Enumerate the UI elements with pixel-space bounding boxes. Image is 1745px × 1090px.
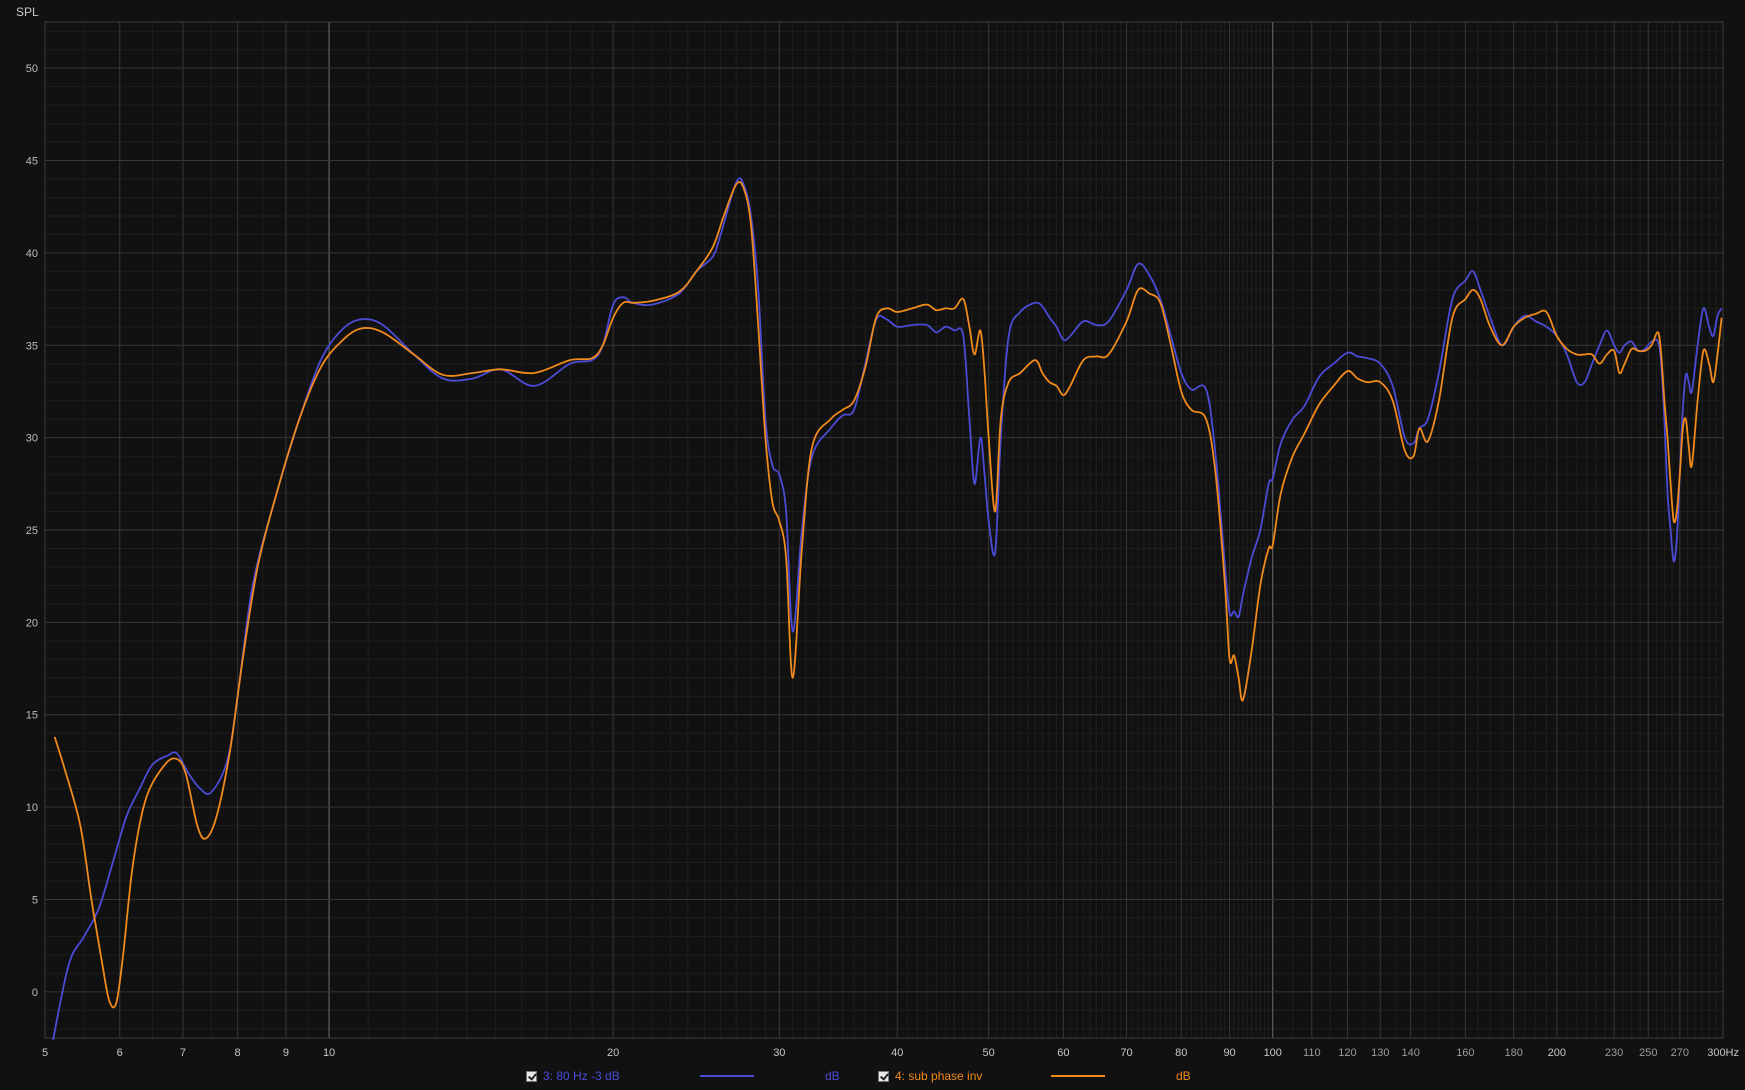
series-3-unit-wrap: dB [825,1065,840,1087]
y-tick-label: 20 [26,617,38,629]
series-4-checkbox[interactable] [878,1070,889,1082]
x-tick-label: 80 [1175,1047,1187,1059]
series-4-legend-label: 4: sub phase inv [895,1069,983,1083]
x-tick-label: 180 [1504,1047,1522,1059]
y-tick-label: 35 [26,340,38,352]
y-tick-label: 15 [26,710,38,722]
y-tick-label: 0 [32,987,38,999]
x-tick-label: 230 [1605,1047,1623,1059]
x-tick-label: 8 [235,1047,241,1059]
series-3-checkbox[interactable] [526,1070,537,1082]
x-tick-label: 40 [891,1047,903,1059]
y-tick-label: 40 [26,248,38,260]
x-tick-label: 200 [1548,1047,1566,1059]
x-tick-label: 250 [1639,1047,1657,1059]
legend-item-series-4[interactable]: 4: sub phase inv [878,1065,982,1087]
x-tick-label: 20 [607,1047,619,1059]
x-axis-ticks: 5 6 7 8 9 10 20 30 40 50 60 70 80 90 100 110 120 130 140 16… [42,1047,1739,1059]
major-grid [45,22,1723,1038]
series-4-unit: dB [1176,1069,1191,1083]
y-axis-label: SPL [16,5,39,19]
y-tick-label: 5 [32,894,38,906]
y-tick-label: 50 [26,63,38,75]
series-4-line-swatch [1051,1075,1105,1077]
y-tick-label: 10 [26,802,38,814]
series-4-unit-wrap: dB [1176,1065,1191,1087]
x-tick-label: 270 [1671,1047,1689,1059]
legend-item-series-3[interactable]: 3: 80 Hz -3 dB [526,1065,620,1087]
x-tick-label: 9 [283,1047,289,1059]
x-tick-label: 100 [1264,1047,1282,1059]
x-tick-label: 10 [323,1047,335,1059]
series-3-swatch-wrap [700,1065,754,1087]
x-tick-label: 90 [1223,1047,1235,1059]
x-tick-label: 5 [42,1047,48,1059]
series-3-legend-label: 3: 80 Hz -3 dB [543,1069,620,1083]
x-tick-label: 70 [1120,1047,1132,1059]
y-axis-ticks: 0 5 10 15 20 25 30 35 40 45 50 [26,63,38,999]
series-3-unit: dB [825,1069,840,1083]
y-tick-label: 25 [26,525,38,537]
x-tick-label: 140 [1401,1047,1419,1059]
x-tick-label: 300Hz [1707,1047,1739,1059]
frequency-response-chart: 0 5 10 15 20 25 30 35 40 45 50 5 6 7 8 9 10 20 30 40 50 60 70… [16,5,1739,1059]
y-tick-label: 30 [26,433,38,445]
x-tick-label: 120 [1338,1047,1356,1059]
x-tick-label: 130 [1371,1047,1389,1059]
series-4-swatch-wrap [1051,1065,1105,1087]
series-3-line-swatch [700,1075,754,1077]
x-tick-label: 6 [117,1047,123,1059]
series-4-line [53,181,1723,1009]
series-layer [52,177,1723,1040]
x-tick-label: 160 [1456,1047,1474,1059]
x-tick-label: 30 [773,1047,785,1059]
x-tick-label: 7 [180,1047,186,1059]
y-tick-label: 45 [26,156,38,168]
x-tick-label: 60 [1057,1047,1069,1059]
x-tick-label: 110 [1303,1047,1321,1059]
x-tick-label: 50 [983,1047,995,1059]
